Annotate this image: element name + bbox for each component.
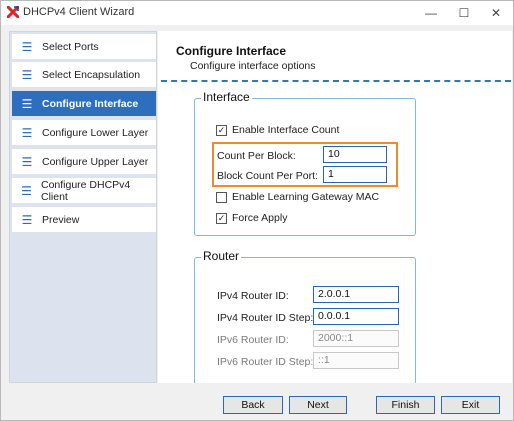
ipv4-router-id-step-label: IPv4 Router ID Step:: [217, 312, 314, 324]
block-count-per-port-label: Block Count Per Port:: [217, 170, 318, 182]
sidebar-item-configure-interface[interactable]: ☰ Configure Interface: [12, 91, 156, 117]
router-group-title: Router: [201, 249, 242, 263]
sidebar-item-label: Preview: [42, 213, 80, 226]
checkbox-unchecked-icon[interactable]: [216, 191, 227, 203]
checkbox-checked-icon[interactable]: ✓: [216, 212, 227, 224]
header-divider: [161, 80, 511, 82]
page-subtitle: Configure interface options: [190, 60, 316, 72]
sidebar-item-label: Select Ports: [42, 40, 99, 53]
menu-icon: ☰: [21, 125, 33, 140]
ipv4-router-id-input[interactable]: 2.0.0.1: [313, 286, 399, 303]
finish-button[interactable]: Finish: [376, 396, 435, 414]
menu-icon: ☰: [21, 67, 33, 82]
interface-group-title: Interface: [201, 90, 252, 104]
interface-group: Interface ✓ Enable Interface Count Count…: [194, 90, 416, 236]
ipv4-router-id-label: IPv4 Router ID:: [217, 290, 289, 302]
sidebar-item-configure-upper-layer[interactable]: ☰ Configure Upper Layer: [12, 149, 156, 175]
ipv6-router-id-label: IPv6 Router ID:: [217, 334, 289, 346]
app-logo-icon: [7, 6, 19, 18]
menu-icon: ☰: [21, 154, 33, 169]
page-title: Configure Interface: [176, 44, 287, 58]
back-button[interactable]: Back: [223, 396, 283, 414]
ipv4-router-id-step-input[interactable]: 0.0.0.1: [313, 308, 399, 325]
ipv6-router-id-step-label: IPv6 Router ID Step:: [217, 356, 314, 368]
sidebar-item-select-encapsulation[interactable]: ☰ Select Encapsulation: [12, 62, 156, 88]
main-panel: Configure Interface Configure interface …: [158, 31, 512, 383]
count-per-block-input[interactable]: 10: [323, 146, 387, 163]
checkbox-checked-icon[interactable]: ✓: [216, 124, 227, 136]
menu-icon: ☰: [21, 96, 33, 111]
enable-interface-count-checkbox[interactable]: ✓ Enable Interface Count: [216, 124, 339, 136]
sidebar-item-label: Configure Upper Layer: [42, 155, 149, 168]
sidebar-item-label: Configure DHCPv4 Client: [40, 178, 131, 203]
sidebar-item-select-ports[interactable]: ☰ Select Ports: [12, 34, 156, 60]
enable-interface-count-label: Enable Interface Count: [232, 124, 340, 136]
close-button[interactable]: ✕: [479, 1, 513, 25]
force-apply-checkbox[interactable]: ✓ Force Apply: [216, 212, 287, 224]
maximize-button[interactable]: ☐: [447, 1, 481, 25]
router-group: Router IPv4 Router ID: 2.0.0.1 IPv4 Rout…: [194, 249, 416, 383]
enable-learning-gateway-mac-checkbox[interactable]: Enable Learning Gateway MAC: [216, 191, 379, 203]
menu-icon: ☰: [21, 183, 32, 198]
ipv6-router-id-step-input[interactable]: ::1: [313, 352, 399, 369]
next-button[interactable]: Next: [289, 396, 347, 414]
count-per-block-label: Count Per Block:: [217, 150, 296, 162]
sidebar-item-configure-lower-layer[interactable]: ☰ Configure Lower Layer: [12, 120, 156, 146]
sidebar-item-label: Configure Interface: [42, 97, 139, 110]
exit-button[interactable]: Exit: [441, 396, 500, 414]
sidebar-item-configure-dhcpv4-client[interactable]: ☰ Configure DHCPv4 Client: [12, 178, 156, 204]
minimize-button[interactable]: —: [414, 1, 448, 25]
wizard-window: DHCPv4 Client Wizard — ☐ ✕ ☰ Select Port…: [0, 0, 514, 421]
window-title: DHCPv4 Client Wizard: [23, 6, 135, 18]
sidebar-item-preview[interactable]: ☰ Preview: [12, 207, 156, 233]
block-count-per-port-input[interactable]: 1: [323, 166, 387, 183]
sidebar-item-label: Select Encapsulation: [42, 68, 141, 81]
force-apply-label: Force Apply: [232, 212, 288, 224]
sidebar-item-label: Configure Lower Layer: [42, 126, 149, 139]
enable-learning-gateway-mac-label: Enable Learning Gateway MAC: [232, 191, 380, 203]
ipv6-router-id-input[interactable]: 2000::1: [313, 330, 399, 347]
title-bar: DHCPv4 Client Wizard — ☐ ✕: [1, 1, 513, 25]
wizard-steps-sidebar: ☰ Select Ports ☰ Select Encapsulation ☰ …: [9, 31, 157, 383]
menu-icon: ☰: [21, 212, 33, 227]
menu-icon: ☰: [21, 39, 33, 54]
